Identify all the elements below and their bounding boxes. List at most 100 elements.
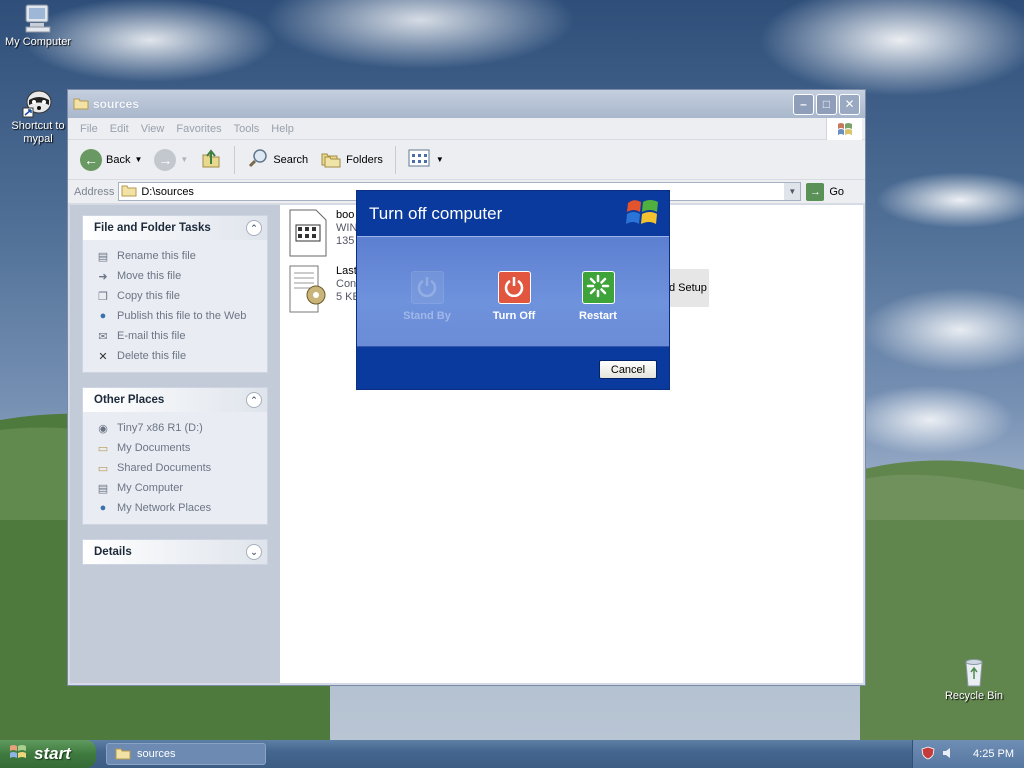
address-label: Address [74,185,115,198]
up-folder-button[interactable] [196,145,226,174]
place-my-documents[interactable]: ▭ My Documents [95,438,267,458]
forward-arrow-icon: → [154,148,177,171]
folder-icon [73,96,89,113]
task-label: E-mail this file [117,330,186,342]
window-title: sources [93,97,140,111]
file-folder-tasks-panel: File and Folder Tasks ⌃ ▤ Rename this fil… [82,215,268,373]
place-my-network[interactable]: ● My Network Places [95,498,267,518]
stand-by-button[interactable] [410,271,444,304]
maximize-button[interactable]: □ [816,93,837,115]
file-type: WIN [336,222,358,234]
menu-file[interactable]: File [74,123,104,135]
views-button[interactable]: ▼ [404,146,448,173]
taskbar-item-sources[interactable]: sources [106,743,266,765]
menu-tools[interactable]: Tools [228,123,266,135]
desktop-icon-recycle-bin[interactable]: Recycle Bin [936,656,1012,703]
views-icon [408,148,432,171]
panel-title: Other Places [94,394,165,406]
network-icon: ● [99,502,107,514]
search-button[interactable]: Search [243,145,312,174]
toolbar: ← Back ▼ → ▼ Search Folders ▼ [68,140,865,180]
turn-off-dialog: Turn off computer Stand By Turn Off Rest… [356,190,670,390]
file-item-setup[interactable]: d Setup [665,269,709,307]
file-size: 135 [336,235,355,247]
search-icon [247,147,269,172]
task-delete-file[interactable]: ✕ Delete this file [95,346,267,366]
go-arrow-icon: → [806,182,825,201]
file-label-partial: d Setup [669,282,707,294]
restart-label: Restart [579,310,617,322]
copy-icon: ❐ [98,290,108,303]
task-move-file[interactable]: ➜ Move this file [95,266,267,286]
task-publish-web[interactable]: ● Publish this file to the Web [95,306,267,326]
toolbar-separator [234,145,236,174]
panel-title: File and Folder Tasks [94,222,211,234]
task-pane: File and Folder Tasks ⌃ ▤ Rename this fil… [70,205,280,683]
collapse-icon[interactable]: ⌃ [246,392,262,408]
stand-by-label: Stand By [403,310,451,322]
address-dropdown-button[interactable]: ▼ [784,183,801,200]
back-button[interactable]: ← Back ▼ [76,147,146,173]
place-tiny7-drive[interactable]: ◉ Tiny7 x86 R1 (D:) [95,418,267,438]
address-value: D:\sources [141,185,194,198]
desktop-icon-label: Recycle Bin [944,690,1004,702]
minimize-button[interactable]: – [793,93,814,115]
search-label: Search [273,153,309,166]
security-shield-icon[interactable] [921,746,935,763]
desktop-icon-shortcut-mypal[interactable]: Shortcut to mypal [0,86,76,146]
task-label: Rename this file [117,250,196,262]
expand-icon[interactable]: ⌄ [246,544,262,560]
folders-button[interactable]: Folders [316,145,387,174]
file-name: boo [336,209,355,221]
windows-flag-icon [826,118,862,140]
file-item-log[interactable]: Last Con 5 KE [288,265,360,316]
recycle-bin-icon [958,656,990,688]
place-label: My Documents [117,442,191,454]
back-arrow-icon: ← [80,148,102,171]
menu-edit[interactable]: Edit [104,123,135,135]
turn-off-option[interactable]: Turn Off [474,271,554,322]
close-button[interactable]: ✕ [839,93,860,115]
window-titlebar[interactable]: sources – □ ✕ [68,90,865,118]
dialog-header: Turn off computer [357,191,669,236]
start-button[interactable]: start [0,740,96,768]
forward-button[interactable]: → ▼ [150,147,192,173]
restart-button[interactable] [581,271,615,304]
panel-header[interactable]: Details ⌄ [83,540,267,564]
task-copy-file[interactable]: ❐ Copy this file [95,286,267,306]
task-email-file[interactable]: ✉ E-mail this file [95,326,267,346]
folder-icon [115,746,131,763]
start-label: start [34,744,71,763]
place-shared-documents[interactable]: ▭ Shared Documents [95,458,267,478]
folders-label: Folders [346,153,383,166]
clock[interactable]: 4:25 PM [973,748,1014,760]
volume-icon[interactable] [941,746,955,763]
move-icon: ➜ [98,270,108,283]
cancel-button[interactable]: Cancel [599,360,657,379]
place-my-computer[interactable]: ▤ My Computer [95,478,267,498]
task-rename-file[interactable]: ▤ Rename this file [95,246,267,266]
file-item-boot[interactable]: boo WIN 135 [288,209,357,260]
system-tray: 4:25 PM [912,740,1024,768]
menu-help[interactable]: Help [265,123,300,135]
chevron-down-icon: ▼ [180,155,189,164]
menu-favorites[interactable]: Favorites [170,123,227,135]
panel-header[interactable]: File and Folder Tasks ⌃ [83,216,267,240]
delete-icon: ✕ [98,350,108,363]
chevron-down-icon: ▼ [788,187,797,196]
task-label: Move this file [117,270,182,282]
collapse-icon[interactable]: ⌃ [246,220,262,236]
panel-header[interactable]: Other Places ⌃ [83,388,267,412]
dialog-footer: Cancel [357,347,669,389]
power-icon [503,275,525,300]
file-icon [288,209,328,260]
go-button[interactable]: → Go [806,182,844,201]
up-folder-icon [200,147,222,172]
restart-option[interactable]: Restart [558,271,638,322]
turn-off-button[interactable] [497,271,531,304]
stand-by-option[interactable]: Stand By [387,271,467,322]
place-label: Shared Documents [117,462,212,474]
restart-icon [586,274,610,301]
desktop-icon-my-computer[interactable]: My Computer [0,2,76,49]
menu-view[interactable]: View [135,123,171,135]
